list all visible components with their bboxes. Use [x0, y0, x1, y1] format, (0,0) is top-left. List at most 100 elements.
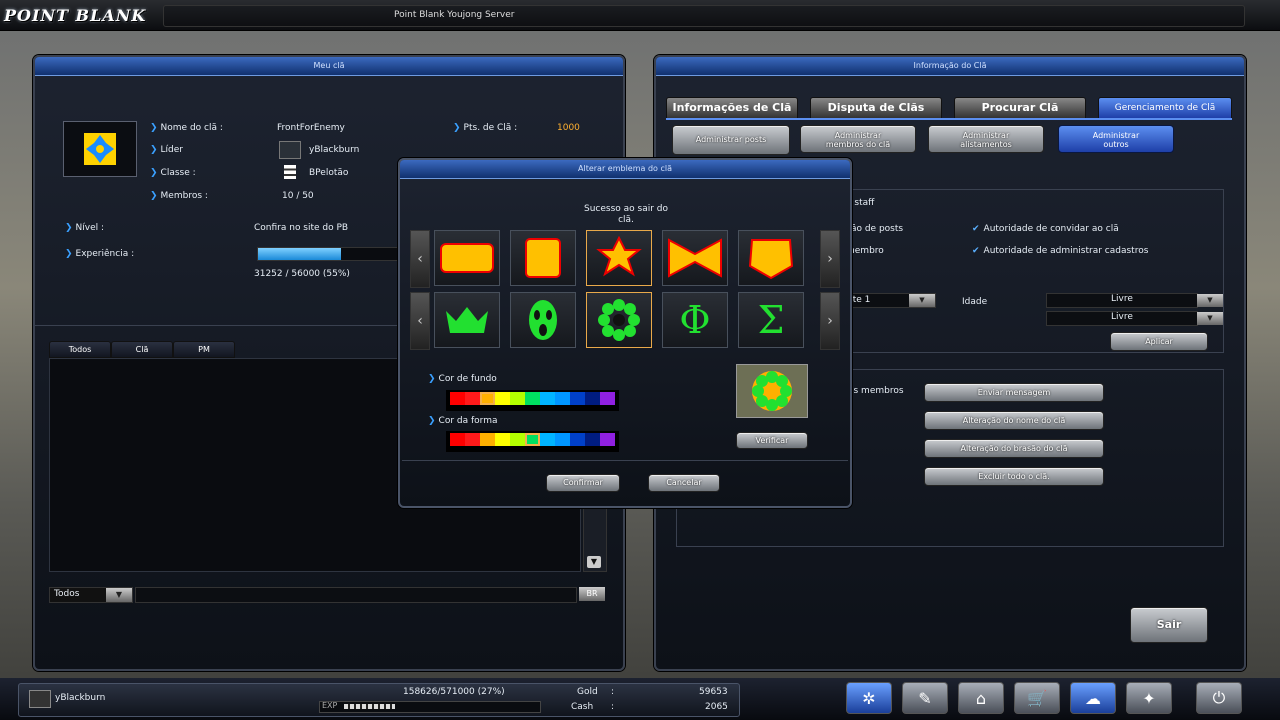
- chevron-down-icon[interactable]: ▼: [1197, 312, 1223, 325]
- clan-icon[interactable]: ✲: [846, 682, 892, 714]
- perm-invite[interactable]: ✔ Autoridade de convidar ao clã: [972, 224, 1119, 234]
- tab-clan-match[interactable]: Disputa de Clãs: [810, 97, 942, 119]
- game-logo: POINT BLANK: [4, 6, 147, 25]
- scroll-down-icon[interactable]: ▼: [587, 556, 601, 568]
- power-icon[interactable]: ⏻: [1196, 682, 1242, 714]
- menu-icons: ✲ ✎ ⌂ 🛒 ☁ ✦ ⏻: [846, 682, 1242, 714]
- color-swatch[interactable]: [480, 433, 495, 446]
- shape-color-label: ❯ Cor da forma: [428, 416, 498, 426]
- shop-icon[interactable]: ⌂: [958, 682, 1004, 714]
- tooltip: Sucesso ao sair do clã.: [583, 204, 668, 225]
- change-crest-button[interactable]: Alteração do brasão do clã: [924, 439, 1104, 458]
- color-swatch[interactable]: [585, 433, 600, 446]
- color-swatch[interactable]: [450, 433, 465, 446]
- emblem-row-2: Φ Σ: [434, 292, 804, 348]
- panel-title: Informação do Clã: [656, 57, 1244, 76]
- rank-select[interactable]: nte 1 ▼: [842, 293, 936, 308]
- tab-clan[interactable]: Clã: [111, 341, 173, 358]
- emblem-square[interactable]: [510, 230, 576, 286]
- emblem-sigma[interactable]: Σ: [738, 292, 804, 348]
- leader-value: yBlackburn: [309, 145, 360, 155]
- emblem-bowtie[interactable]: [662, 230, 728, 286]
- chat-scrollbar[interactable]: ▼: [583, 497, 607, 572]
- color-swatch[interactable]: [540, 392, 555, 405]
- admin-enlistments-button[interactable]: Administrar alistamentos: [928, 125, 1044, 153]
- send-message-button[interactable]: Enviar mensagem: [924, 383, 1104, 402]
- community-icon[interactable]: ☁: [1070, 682, 1116, 714]
- color-swatch[interactable]: [510, 392, 525, 405]
- chevron-left-icon[interactable]: ‹: [410, 230, 430, 288]
- chat-filter-select[interactable]: Todos ▼: [49, 587, 133, 603]
- emblem-mask[interactable]: [510, 292, 576, 348]
- settings-icon[interactable]: ✦: [1126, 682, 1172, 714]
- class-label: ❯ Classe :: [150, 168, 196, 178]
- color-swatch[interactable]: [570, 433, 585, 446]
- color-swatch[interactable]: [570, 392, 585, 405]
- color-swatch[interactable]: [495, 433, 510, 446]
- emblem-flower[interactable]: [586, 292, 652, 348]
- cash-value: 2065: [705, 702, 728, 712]
- chevron-left-icon[interactable]: ‹: [410, 292, 430, 350]
- emblem-shield[interactable]: [738, 230, 804, 286]
- color-swatch[interactable]: [540, 433, 555, 446]
- player-name: yBlackburn: [55, 693, 106, 703]
- admin-posts-button[interactable]: Administrar posts: [672, 125, 790, 155]
- color-swatch[interactable]: [600, 433, 615, 446]
- shape-color-palette[interactable]: [446, 431, 619, 452]
- color-swatch[interactable]: [495, 392, 510, 405]
- confirm-button[interactable]: Confirmar: [546, 474, 620, 492]
- exit-button[interactable]: Sair: [1130, 607, 1208, 643]
- age-select-2[interactable]: Livre ▼: [1046, 311, 1223, 326]
- tab-search-clan[interactable]: Procurar Clã: [954, 97, 1086, 119]
- color-swatch[interactable]: [480, 392, 495, 405]
- bg-color-palette[interactable]: [446, 390, 619, 411]
- color-swatch[interactable]: [510, 433, 525, 446]
- emblem-star[interactable]: [586, 230, 652, 286]
- tab-all[interactable]: Todos: [49, 341, 111, 358]
- apply-button[interactable]: Aplicar: [1110, 332, 1208, 351]
- color-swatch[interactable]: [525, 392, 540, 405]
- clan-name-label: ❯ Nome do clã :: [150, 123, 223, 133]
- cash-label: Cash: [571, 702, 594, 712]
- chevron-down-icon[interactable]: ▼: [909, 294, 935, 307]
- clan-emblem: [63, 121, 137, 177]
- inventory-icon[interactable]: ✎: [902, 682, 948, 714]
- emblem-crown[interactable]: [434, 292, 500, 348]
- delete-clan-button[interactable]: Excluir todo o clã.: [924, 467, 1104, 486]
- emblem-phi[interactable]: Φ: [662, 292, 728, 348]
- verify-button[interactable]: Verificar: [736, 432, 808, 449]
- color-swatch[interactable]: [585, 392, 600, 405]
- emblem-rectangle[interactable]: [434, 230, 500, 286]
- color-swatch[interactable]: [555, 392, 570, 405]
- leader-label: ❯ Líder: [150, 145, 184, 155]
- player-rank-icon: [29, 690, 51, 708]
- tab-clan-info[interactable]: Informações de Clã: [666, 97, 798, 119]
- chevron-right-icon[interactable]: ›: [820, 230, 840, 288]
- chat-input[interactable]: [135, 587, 577, 603]
- bg-color-label: ❯ Cor de fundo: [428, 374, 497, 384]
- color-swatch[interactable]: [525, 433, 540, 446]
- age-select-1[interactable]: Livre ▼: [1046, 293, 1223, 308]
- gold-label: Gold: [577, 687, 598, 697]
- perm-register[interactable]: ✔ Autoridade de administrar cadastros: [972, 246, 1148, 256]
- tab-clan-management[interactable]: Gerenciamento de Clã: [1098, 97, 1232, 119]
- player-info: yBlackburn 158626/571000 (27%) EXP Gold …: [18, 683, 740, 717]
- color-swatch[interactable]: [465, 392, 480, 405]
- admin-others-button[interactable]: Administrar outros: [1058, 125, 1174, 153]
- cancel-button[interactable]: Cancelar: [648, 474, 720, 492]
- exp-tag: EXP: [322, 701, 338, 710]
- admin-members-button[interactable]: Administrar membros do clã: [800, 125, 916, 153]
- color-swatch[interactable]: [450, 392, 465, 405]
- level-value: Confira no site do PB: [254, 223, 349, 233]
- rename-clan-button[interactable]: Alteração do nome do clã: [924, 411, 1104, 430]
- cart-icon[interactable]: 🛒: [1014, 682, 1060, 714]
- status-bar: yBlackburn 158626/571000 (27%) EXP Gold …: [0, 678, 1280, 720]
- chevron-down-icon[interactable]: ▼: [106, 588, 132, 602]
- language-button[interactable]: BR: [579, 587, 605, 601]
- color-swatch[interactable]: [465, 433, 480, 446]
- color-swatch[interactable]: [555, 433, 570, 446]
- chevron-down-icon[interactable]: ▼: [1197, 294, 1223, 307]
- color-swatch[interactable]: [600, 392, 615, 405]
- chevron-right-icon[interactable]: ›: [820, 292, 840, 350]
- tab-pm[interactable]: PM: [173, 341, 235, 358]
